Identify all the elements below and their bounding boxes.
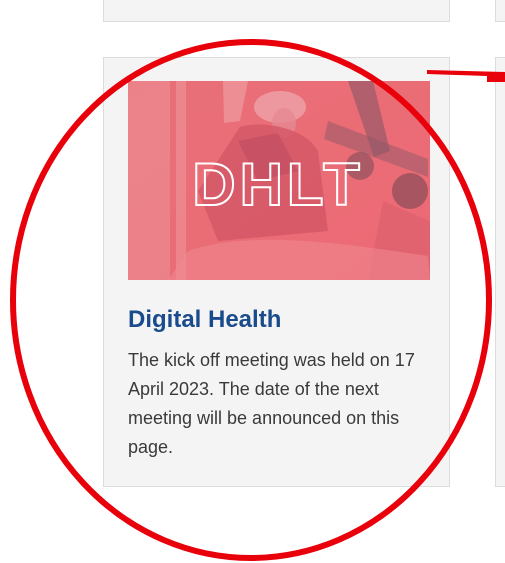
card-title[interactable]: Digital Health	[128, 306, 281, 334]
card-partial-right	[495, 57, 505, 487]
digital-health-thumbnail[interactable]: DHLT	[128, 81, 430, 280]
card-partial-top-left	[103, 0, 450, 22]
card-description: The kick off meeting was held on 17 Apri…	[128, 350, 415, 457]
surgery-photo-image	[128, 81, 430, 280]
card-partial-top-right	[495, 0, 505, 22]
digital-health-card[interactable]: DHLT Digital Health The kick off meeting…	[103, 57, 450, 487]
